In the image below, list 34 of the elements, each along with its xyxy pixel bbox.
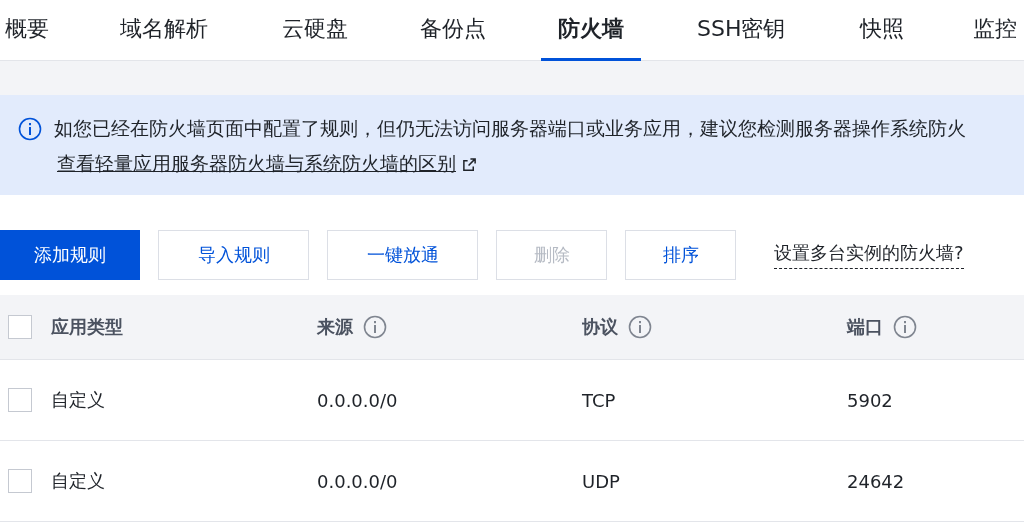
table-cell: 自定义 bbox=[51, 469, 105, 493]
tab[interactable]: 概要 bbox=[0, 0, 66, 61]
table-cell: 0.0.0.0/0 bbox=[317, 470, 398, 492]
table-cell: TCP bbox=[582, 389, 616, 411]
checkbox[interactable] bbox=[8, 315, 32, 339]
info-icon[interactable] bbox=[363, 315, 387, 339]
column-header: 应用类型 bbox=[51, 315, 123, 339]
tab[interactable]: 云硬盘 bbox=[265, 0, 365, 61]
info-icon[interactable] bbox=[628, 315, 652, 339]
table-cell: 5902 bbox=[847, 389, 893, 411]
checkbox[interactable] bbox=[8, 469, 32, 493]
tab[interactable]: 监控 bbox=[956, 0, 1024, 61]
toolbar-button[interactable]: 导入规则 bbox=[158, 230, 309, 280]
compare-link[interactable]: 查看轻量应用服务器防火墙与系统防火墙的区别 bbox=[57, 151, 477, 177]
toolbar-button[interactable]: 排序 bbox=[625, 230, 736, 280]
table-cell: UDP bbox=[582, 470, 620, 492]
toolbar-button[interactable]: 一键放通 bbox=[327, 230, 478, 280]
notice-text: 如您已经在防火墙页面中配置了规则，但仍无法访问服务器端口或业务应用，建议您检测服务器操作系统防火 bbox=[54, 116, 966, 141]
tab[interactable]: 备份点 bbox=[403, 0, 503, 61]
table-cell: 自定义 bbox=[51, 388, 105, 412]
table-cell: 0.0.0.0/0 bbox=[317, 389, 398, 411]
tab[interactable]: 域名解析 bbox=[103, 0, 225, 61]
column-header: 来源 bbox=[317, 315, 353, 339]
column-header: 协议 bbox=[582, 315, 618, 339]
tab[interactable]: 快照 bbox=[843, 0, 921, 61]
external-link-icon bbox=[462, 156, 477, 172]
tab[interactable]: SSH密钥 bbox=[680, 0, 803, 61]
checkbox[interactable] bbox=[8, 388, 32, 412]
info-icon bbox=[18, 117, 42, 141]
column-header: 端口 bbox=[847, 315, 883, 339]
table-cell: 24642 bbox=[847, 470, 905, 492]
toolbar-button[interactable]: 添加规则 bbox=[0, 230, 140, 280]
help-link[interactable]: 设置多台实例的防火墙? bbox=[774, 241, 964, 269]
info-icon[interactable] bbox=[893, 315, 917, 339]
